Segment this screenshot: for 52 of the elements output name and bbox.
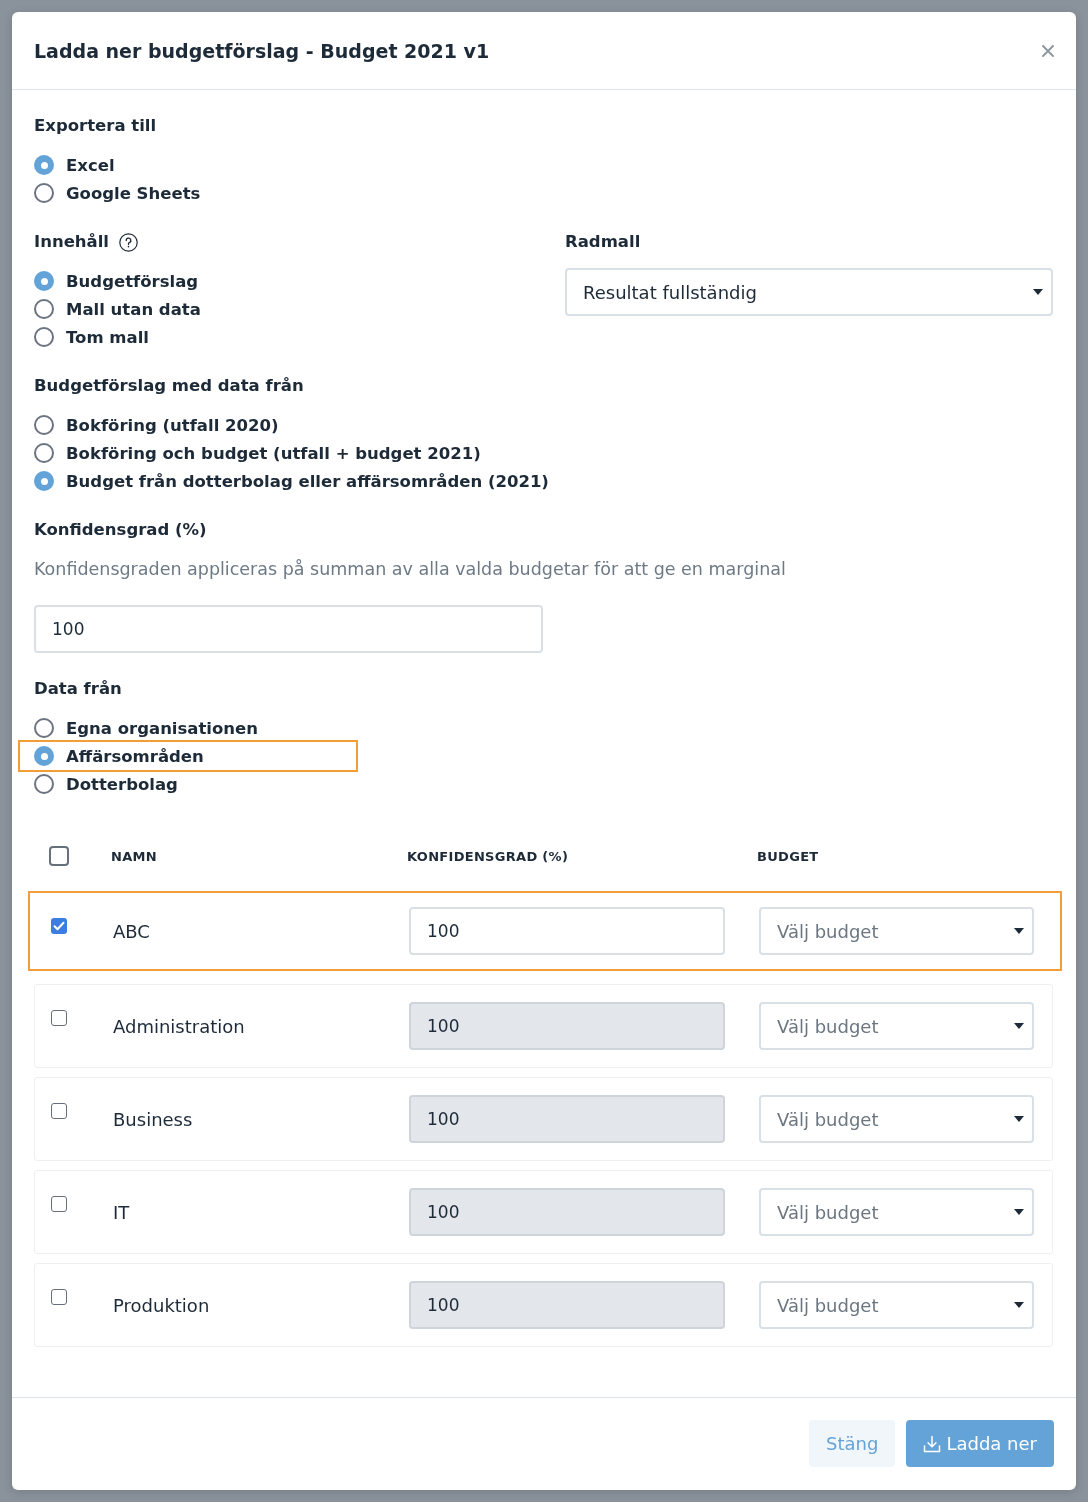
checkbox[interactable] bbox=[51, 1196, 67, 1212]
radio-option[interactable]: Tom mall bbox=[34, 323, 149, 351]
row-name: IT bbox=[113, 1201, 131, 1223]
dialog-title: Ladda ner budgetförslag - Budget 2021 v1 bbox=[34, 39, 490, 62]
section-label: Exportera till bbox=[34, 115, 157, 137]
row-name: Business bbox=[113, 1108, 194, 1130]
budget-select[interactable]: Välj budget bbox=[759, 907, 1034, 955]
section-label: Radmall bbox=[565, 231, 641, 253]
radio-option[interactable]: Mall utan data bbox=[34, 295, 201, 323]
radio-option[interactable]: Affärsområden bbox=[18, 740, 358, 772]
row-name: Administration bbox=[113, 1015, 246, 1037]
column-header: BUDGET bbox=[757, 848, 820, 864]
select-all-checkbox[interactable] bbox=[49, 846, 69, 866]
section-label: Innehåll bbox=[34, 231, 109, 253]
radio-option[interactable]: Excel bbox=[34, 151, 115, 179]
caret-icon bbox=[1014, 1302, 1024, 1308]
radio-option[interactable]: Bokföring och budget (utfall + budget 2021) bbox=[34, 439, 481, 467]
radio-option[interactable]: Budget från dotterbolag eller affärsområden (2021) bbox=[34, 467, 549, 495]
check-icon bbox=[53, 921, 65, 931]
template-select[interactable]: Resultat fullständig bbox=[565, 268, 1053, 316]
section-label: Konfidensgrad (%) bbox=[34, 519, 207, 541]
download-icon bbox=[923, 1434, 942, 1453]
radio-option[interactable]: Dotterbolag bbox=[34, 770, 178, 798]
confidence-input[interactable]: 100 bbox=[409, 907, 725, 955]
column-header: KONFIDENSGRAD (%) bbox=[407, 848, 570, 864]
caret-icon bbox=[1014, 928, 1024, 934]
confidence-input[interactable]: 100 bbox=[34, 605, 543, 653]
radio-option[interactable]: Google Sheets bbox=[34, 179, 201, 207]
radio-option[interactable]: Egna organisationen bbox=[34, 714, 259, 742]
budget-select[interactable]: Välj budget bbox=[759, 1095, 1034, 1143]
close-button[interactable] bbox=[1042, 44, 1054, 57]
caret-icon bbox=[1014, 1023, 1024, 1029]
row-name: Produktion bbox=[113, 1294, 211, 1316]
help-icon bbox=[119, 232, 138, 252]
section-label: Data från bbox=[34, 678, 122, 700]
caret-icon bbox=[1033, 289, 1043, 295]
checkbox[interactable] bbox=[51, 1103, 67, 1119]
row-name: ABC bbox=[113, 920, 151, 942]
checkbox[interactable] bbox=[51, 1289, 67, 1305]
checkbox[interactable] bbox=[51, 918, 67, 934]
close-icon bbox=[1042, 44, 1054, 57]
column-header: NAMN bbox=[111, 848, 158, 864]
budget-select[interactable]: Välj budget bbox=[759, 1281, 1034, 1329]
caret-icon bbox=[1014, 1209, 1024, 1215]
field-description: Konfidensgraden appliceras på summan av alla valda budgetar för att ge en marginal bbox=[34, 558, 786, 581]
section-label: Budgetförslag med data från bbox=[34, 375, 304, 397]
budget-select[interactable]: Välj budget bbox=[759, 1002, 1034, 1050]
radio-option[interactable]: Bokföring (utfall 2020) bbox=[34, 411, 279, 439]
budget-select[interactable]: Välj budget bbox=[759, 1188, 1034, 1236]
radio-option[interactable]: Budgetförslag bbox=[34, 267, 199, 295]
checkbox[interactable] bbox=[51, 1010, 67, 1026]
caret-icon bbox=[1014, 1116, 1024, 1122]
